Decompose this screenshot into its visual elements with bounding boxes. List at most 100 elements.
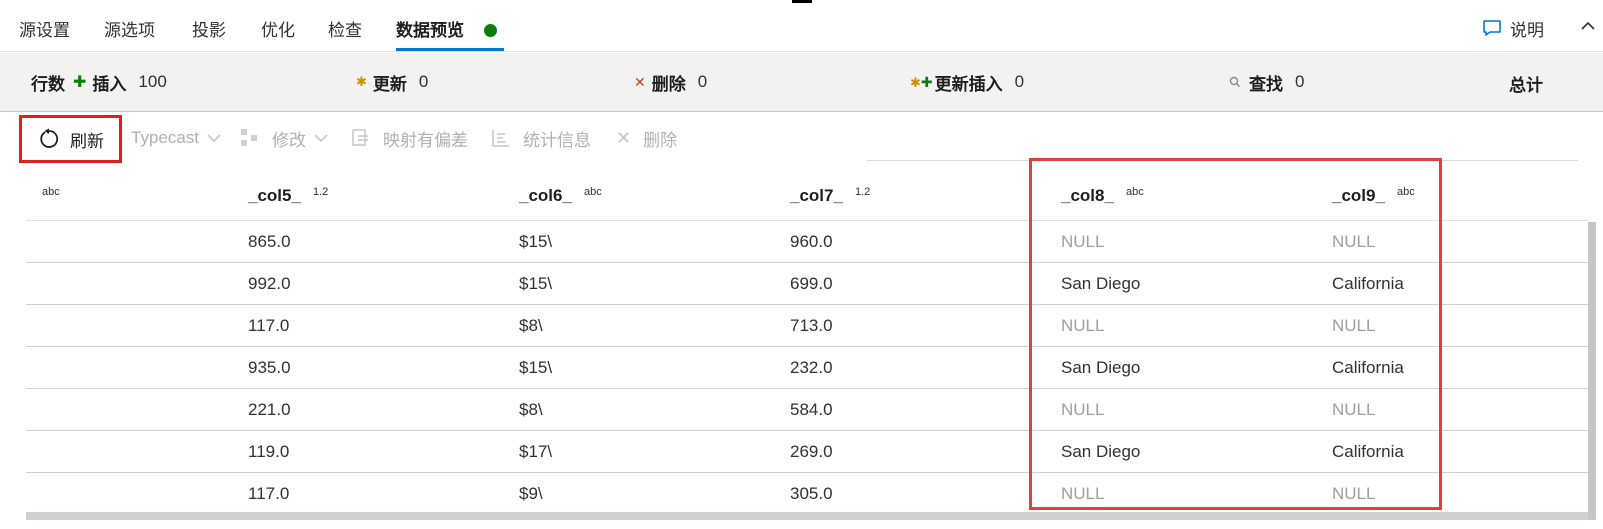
update-value: 0 xyxy=(418,72,429,91)
tab-bar: 源设置 源选项 投影 优化 检查 数据预览 说明 xyxy=(0,0,1603,52)
column-name: _col9_ xyxy=(1332,186,1385,205)
table-cell: 992.0 xyxy=(248,274,291,293)
tab-data-preview[interactable]: 数据预览 xyxy=(396,16,464,41)
table-cell: $8\ xyxy=(519,316,543,335)
status-dot-icon xyxy=(484,24,497,37)
table-row[interactable]: 992.0 $15\ 699.0 San Diego California xyxy=(26,263,1588,305)
table-cell: NULL xyxy=(1332,232,1376,251)
update-label: 更新 xyxy=(372,74,407,94)
tab-source-settings[interactable]: 源设置 xyxy=(19,16,70,41)
table-cell: NULL xyxy=(1061,400,1105,419)
modify-label: 修改 xyxy=(272,130,306,150)
table-cell: $15\ xyxy=(519,274,553,293)
statistics-icon xyxy=(492,130,509,147)
refresh-button[interactable]: 刷新 xyxy=(19,115,122,163)
column-name: _col6_ xyxy=(519,186,572,205)
table-row[interactable]: 935.0 $15\ 232.0 San Diego California xyxy=(26,347,1588,389)
chevron-down-icon xyxy=(207,134,221,143)
typecast-label: Typecast xyxy=(131,128,200,147)
column-name: _col8_ xyxy=(1061,186,1114,205)
table-cell: San Diego xyxy=(1061,274,1141,293)
statistics-label: 统计信息 xyxy=(523,130,591,150)
statistics-button[interactable]: 统计信息 xyxy=(491,125,591,151)
rows-label: 行数 xyxy=(31,74,65,94)
chevron-down-icon xyxy=(314,134,328,143)
table-cell: $15\ xyxy=(519,358,553,377)
data-preview-grid: abc _col5_ 1.2 _col6_ abc _col7_ 1.2 _co… xyxy=(26,172,1588,520)
tab-source-options[interactable]: 源选项 xyxy=(104,16,155,41)
remove-label: 删除 xyxy=(643,130,678,150)
cross-icon: ✕ xyxy=(634,73,646,90)
table-cell: 935.0 xyxy=(248,358,291,377)
search-icon xyxy=(1229,76,1241,88)
chevron-up-icon[interactable] xyxy=(1578,16,1598,36)
refresh-label: 刷新 xyxy=(70,131,104,151)
table-cell: 117.0 xyxy=(248,316,290,335)
upsert-icon: ✱✚ xyxy=(910,73,933,90)
table-cell: NULL xyxy=(1061,316,1105,335)
update-stat: ✱ 更新 0 xyxy=(356,71,429,94)
map-drifted-icon xyxy=(352,129,368,146)
table-cell: 713.0 xyxy=(790,316,833,335)
table-cell: $9\ xyxy=(519,484,543,503)
table-row[interactable]: 865.0 $15\ 960.0 NULL NULL xyxy=(26,221,1588,263)
modify-columns-icon xyxy=(241,129,257,146)
rows-stat: 行数 ✚ 插入 100 xyxy=(31,71,167,94)
delete-stat: ✕ 删除 0 xyxy=(634,71,708,94)
typecast-button[interactable]: Typecast xyxy=(131,125,221,151)
vertical-scrollbar[interactable] xyxy=(1588,222,1596,520)
table-cell: 699.0 xyxy=(790,274,833,293)
column-type-badge: abc xyxy=(42,186,60,198)
help-label: 说明 xyxy=(1510,20,1544,40)
plus-icon: ✚ xyxy=(73,74,87,91)
table-cell: $15\ xyxy=(519,232,553,251)
table-cell: $17\ xyxy=(519,442,553,461)
help-button[interactable]: 说明 xyxy=(1482,16,1544,40)
column-type-badge: 1.2 xyxy=(855,186,871,198)
map-drifted-button[interactable]: 映射有偏差 xyxy=(351,125,468,151)
column-name: _col5_ xyxy=(248,186,301,205)
upsert-stat: ✱✚ 更新插入 0 xyxy=(910,71,1025,94)
column-type-badge: 1.2 xyxy=(313,186,329,198)
table-cell: 960.0 xyxy=(790,232,833,251)
table-cell: NULL xyxy=(1332,316,1376,335)
table-row[interactable]: 221.0 $8\ 584.0 NULL NULL xyxy=(26,389,1588,431)
toolbar: 刷新 Typecast 修改 映射有偏差 统计信息 ✕ 删除 xyxy=(0,113,1603,163)
table-cell: NULL xyxy=(1332,400,1376,419)
active-tab-indicator xyxy=(396,48,504,51)
top-edge-mark xyxy=(792,0,812,3)
table-cell: San Diego xyxy=(1061,442,1141,461)
tab-optimize[interactable]: 优化 xyxy=(261,16,295,41)
table-row[interactable]: 117.0 $9\ 305.0 NULL NULL xyxy=(26,473,1588,515)
column-name: _col7_ xyxy=(790,186,843,205)
asterisk-icon: ✱ xyxy=(356,74,367,89)
table-cell: NULL xyxy=(1061,232,1105,251)
table-cell: 269.0 xyxy=(790,442,833,461)
tab-inspect[interactable]: 检查 xyxy=(328,16,362,41)
table-cell: 221.0 xyxy=(248,400,291,419)
upsert-label: 更新插入 xyxy=(934,74,1003,94)
table-cell: 232.0 xyxy=(790,358,833,377)
toolbar-divider xyxy=(867,160,1578,161)
table-cell: California xyxy=(1332,274,1404,293)
horizontal-scrollbar[interactable] xyxy=(26,512,1588,520)
tab-projection[interactable]: 投影 xyxy=(192,16,226,41)
table-cell: San Diego xyxy=(1061,358,1141,377)
map-drifted-label: 映射有偏差 xyxy=(383,130,468,150)
table-row[interactable]: 117.0 $8\ 713.0 NULL NULL xyxy=(26,305,1588,347)
delete-value: 0 xyxy=(697,72,708,91)
stats-bar: 行数 ✚ 插入 100 ✱ 更新 0 ✕ 删除 0 ✱✚ 更新插入 0 查找 0… xyxy=(0,53,1603,112)
total-label: 总计 xyxy=(1509,76,1543,95)
lookup-value: 0 xyxy=(1295,72,1305,91)
table-cell: California xyxy=(1332,358,1404,377)
table-row[interactable]: 119.0 $17\ 269.0 San Diego California xyxy=(26,431,1588,473)
table-cell: 305.0 xyxy=(790,484,833,503)
modify-button[interactable]: 修改 xyxy=(240,125,328,151)
remove-button[interactable]: ✕ 删除 xyxy=(616,125,677,151)
upsert-value: 0 xyxy=(1014,72,1025,91)
column-type-badge: abc xyxy=(1126,186,1144,198)
chat-bubble-icon xyxy=(1483,20,1501,36)
close-icon: ✕ xyxy=(616,127,632,148)
insert-label: 插入 xyxy=(92,74,127,94)
delete-label: 删除 xyxy=(651,74,686,94)
